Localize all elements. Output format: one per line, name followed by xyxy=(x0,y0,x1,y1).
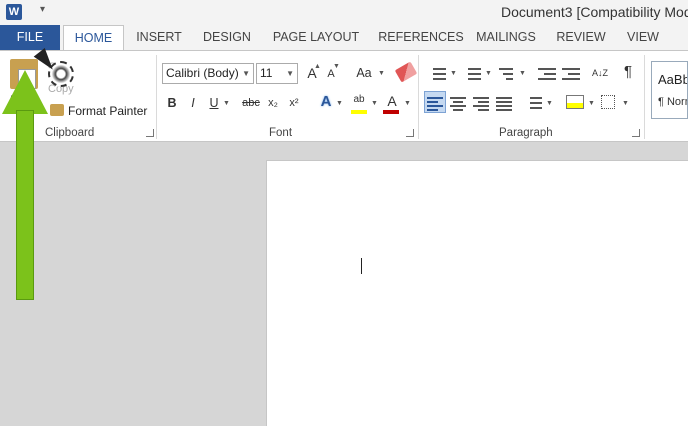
tab-file[interactable]: FILE xyxy=(0,25,60,50)
tab-home[interactable]: HOME xyxy=(63,25,124,51)
align-center-icon[interactable] xyxy=(450,96,468,111)
chevron-down-icon: ▼ xyxy=(588,100,595,107)
chevron-down-icon: ▼ xyxy=(485,70,492,77)
document-page[interactable] xyxy=(266,160,688,426)
document-title: Document3 [Compatibility Mode] - xyxy=(501,4,688,20)
bullets-icon[interactable] xyxy=(428,67,446,81)
text-cursor xyxy=(361,258,362,274)
tab-view[interactable]: VIEW xyxy=(620,25,666,50)
tab-page-layout[interactable]: PAGE LAYOUT xyxy=(268,25,364,50)
chevron-down-icon: ▼ xyxy=(546,100,553,107)
format-painter-icon[interactable] xyxy=(50,104,64,116)
justify-icon[interactable] xyxy=(496,96,514,111)
paragraph-group-label: Paragraph xyxy=(499,127,553,139)
title-bar: W ▾ Document3 [Compatibility Mode] - xyxy=(0,0,688,25)
line-spacing-icon[interactable] xyxy=(524,96,542,110)
chevron-down-icon: ▼ xyxy=(622,100,629,107)
group-separator xyxy=(418,55,419,139)
italic-button[interactable]: I xyxy=(186,93,200,113)
show-formatting-button[interactable]: ¶ xyxy=(620,62,636,82)
style-normal[interactable]: AaBbCcDd ¶ Normal xyxy=(651,61,688,119)
sort-button[interactable]: A↓Z xyxy=(590,63,610,83)
chevron-down-icon: ▼ xyxy=(286,69,294,78)
ribbon-tab-bar: FILE HOME INSERT DESIGN PAGE LAYOUT REFE… xyxy=(0,25,688,51)
shading-icon[interactable] xyxy=(566,95,584,109)
caret-up-icon: ▲ xyxy=(314,63,321,70)
chevron-down-icon: ▼ xyxy=(450,70,457,77)
font-name-value: Calibri (Body) xyxy=(166,66,239,80)
group-separator xyxy=(156,55,157,139)
subscript-button[interactable]: x₂ xyxy=(266,93,280,113)
font-size-value: 11 xyxy=(260,66,273,80)
tab-insert[interactable]: INSERT xyxy=(130,25,188,50)
format-painter-button[interactable]: Format Painter xyxy=(68,104,147,118)
highlight-color-button[interactable]: ab xyxy=(350,90,368,110)
chevron-down-icon: ▼ xyxy=(404,100,411,107)
word-app-icon[interactable]: W xyxy=(6,4,22,20)
font-group-label: Font xyxy=(269,127,293,139)
bold-button[interactable]: B xyxy=(165,93,179,113)
change-case-button[interactable]: Aa xyxy=(352,63,376,83)
font-name-select[interactable]: Calibri (Body) ▼ xyxy=(162,63,254,84)
strikethrough-button[interactable]: abc xyxy=(240,93,262,113)
text-effects-button[interactable]: A xyxy=(318,92,334,112)
chevron-down-icon: ▼ xyxy=(378,70,385,77)
group-separator xyxy=(644,55,645,139)
chevron-down-icon: ▼ xyxy=(242,69,250,78)
font-size-select[interactable]: 11 ▼ xyxy=(256,63,298,84)
superscript-button[interactable]: x² xyxy=(287,93,301,113)
quick-access-toolbar-dropdown[interactable]: ▾ xyxy=(40,4,45,15)
underline-button[interactable]: U xyxy=(207,93,221,113)
clipboard-launcher-icon[interactable] xyxy=(146,129,154,137)
font-launcher-icon[interactable] xyxy=(406,129,414,137)
caret-down-icon: ▼ xyxy=(333,63,340,70)
align-right-icon[interactable] xyxy=(473,96,491,111)
tab-review[interactable]: REVIEW xyxy=(553,25,609,50)
annotation-arrow-shaft xyxy=(16,110,34,300)
chevron-down-icon: ▼ xyxy=(223,100,230,107)
increase-indent-icon[interactable] xyxy=(562,67,580,81)
clear-formatting-icon[interactable] xyxy=(394,61,418,83)
multilevel-list-icon[interactable] xyxy=(497,67,515,81)
numbering-icon[interactable] xyxy=(463,67,481,81)
style-sample-text: AaBbCcDd xyxy=(658,72,688,87)
tab-references[interactable]: REFERENCES xyxy=(373,25,469,50)
font-color-button[interactable]: A xyxy=(384,91,400,111)
paragraph-launcher-icon[interactable] xyxy=(632,129,640,137)
tab-mailings[interactable]: MAILINGS xyxy=(470,25,542,50)
align-left-icon xyxy=(427,96,445,111)
clipboard-group-label: Clipboard xyxy=(45,127,95,139)
ribbon-home: Paste Cut Copy Format Painter Clipboard … xyxy=(0,50,688,142)
style-name: ¶ Normal xyxy=(658,96,687,108)
font-color-swatch xyxy=(383,110,399,114)
tab-design[interactable]: DESIGN xyxy=(195,25,259,50)
annotation-arrow-head xyxy=(2,70,48,114)
chevron-down-icon: ▼ xyxy=(336,100,343,107)
chevron-down-icon: ▼ xyxy=(371,100,378,107)
highlight-color-swatch xyxy=(351,110,367,114)
decrease-indent-icon[interactable] xyxy=(538,67,556,81)
borders-icon[interactable] xyxy=(601,95,615,109)
chevron-down-icon: ▼ xyxy=(519,70,526,77)
